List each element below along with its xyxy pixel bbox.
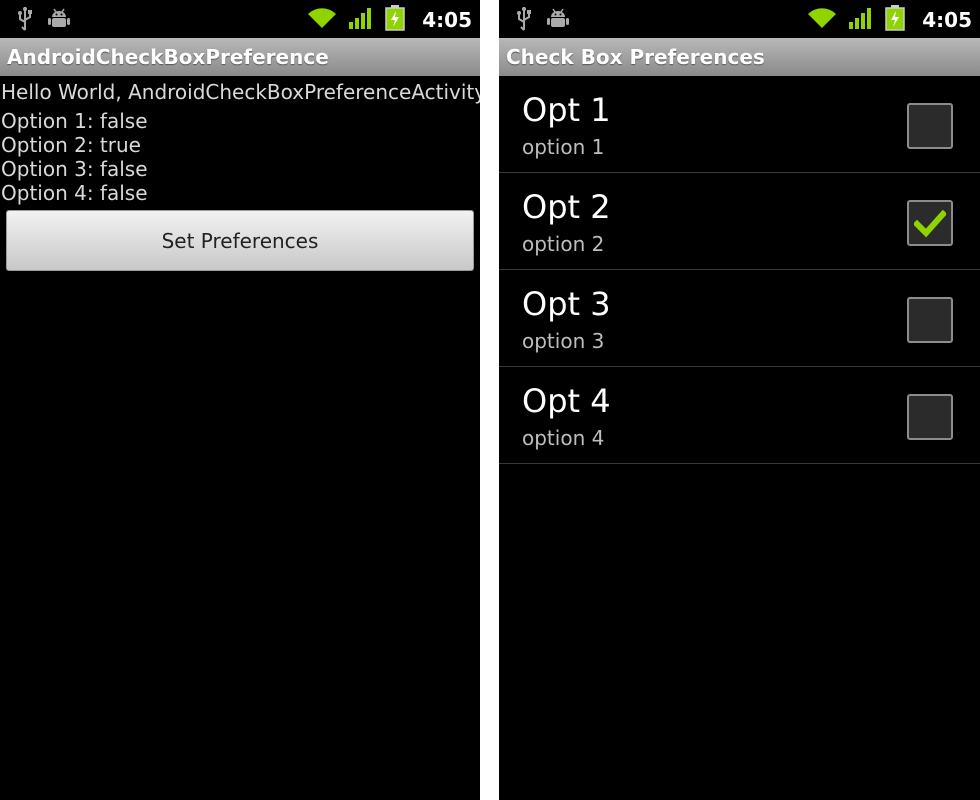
main-content: Hello World, AndroidCheckBoxPreferenceAc… (0, 76, 480, 271)
preference-title: Opt 3 (522, 285, 611, 323)
opt-3-checkbox[interactable] (907, 297, 953, 343)
preference-item-opt-4[interactable]: Opt 4 option 4 (499, 367, 980, 464)
android-debug-icon (547, 7, 569, 35)
check-mark-icon (914, 209, 946, 238)
usb-icon (16, 6, 34, 36)
preference-summary: option 4 (522, 426, 605, 450)
option-1-status: Option 1: false (1, 109, 148, 133)
app-title-bar: AndroidCheckBoxPreference (0, 38, 480, 76)
usb-icon (515, 6, 533, 36)
opt-1-checkbox[interactable] (907, 103, 953, 149)
preference-title: Opt 2 (522, 188, 611, 226)
status-time: 4:05 (422, 8, 472, 32)
wifi-icon (307, 6, 337, 34)
preference-title: Opt 4 (522, 382, 611, 420)
set-preferences-button[interactable]: Set Preferences (6, 210, 474, 271)
preferences-list: Opt 1 option 1 Opt 2 option 2 Opt 3 opti… (499, 76, 980, 464)
opt-2-checkbox[interactable] (907, 200, 953, 246)
preference-item-opt-3[interactable]: Opt 3 option 3 (499, 270, 980, 367)
status-bar: 4:05 (0, 0, 480, 38)
preferences-screen: 4:05 Check Box Preferences Opt 1 option … (499, 0, 980, 800)
option-2-status: Option 2: true (1, 133, 141, 157)
option-3-status: Option 3: false (1, 157, 148, 181)
option-4-status: Option 4: false (1, 181, 148, 205)
preferences-title-bar: Check Box Preferences (499, 38, 980, 76)
main-activity-screen: 4:05 AndroidCheckBoxPreference Hello Wor… (0, 0, 480, 800)
android-debug-icon (48, 7, 70, 35)
wifi-icon (807, 6, 837, 34)
preference-item-opt-1[interactable]: Opt 1 option 1 (499, 76, 980, 173)
status-bar: 4:05 (499, 0, 980, 38)
signal-icon (848, 6, 874, 34)
preference-summary: option 3 (522, 329, 605, 353)
status-time: 4:05 (922, 8, 972, 32)
signal-icon (348, 6, 374, 34)
preference-summary: option 2 (522, 232, 605, 256)
battery-charging-icon (885, 5, 905, 35)
opt-4-checkbox[interactable] (907, 394, 953, 440)
preference-item-opt-2[interactable]: Opt 2 option 2 (499, 173, 980, 270)
preference-title: Opt 1 (522, 91, 611, 129)
hello-text: Hello World, AndroidCheckBoxPreferenceAc… (1, 80, 480, 104)
battery-charging-icon (385, 5, 405, 35)
preference-summary: option 1 (522, 135, 605, 159)
